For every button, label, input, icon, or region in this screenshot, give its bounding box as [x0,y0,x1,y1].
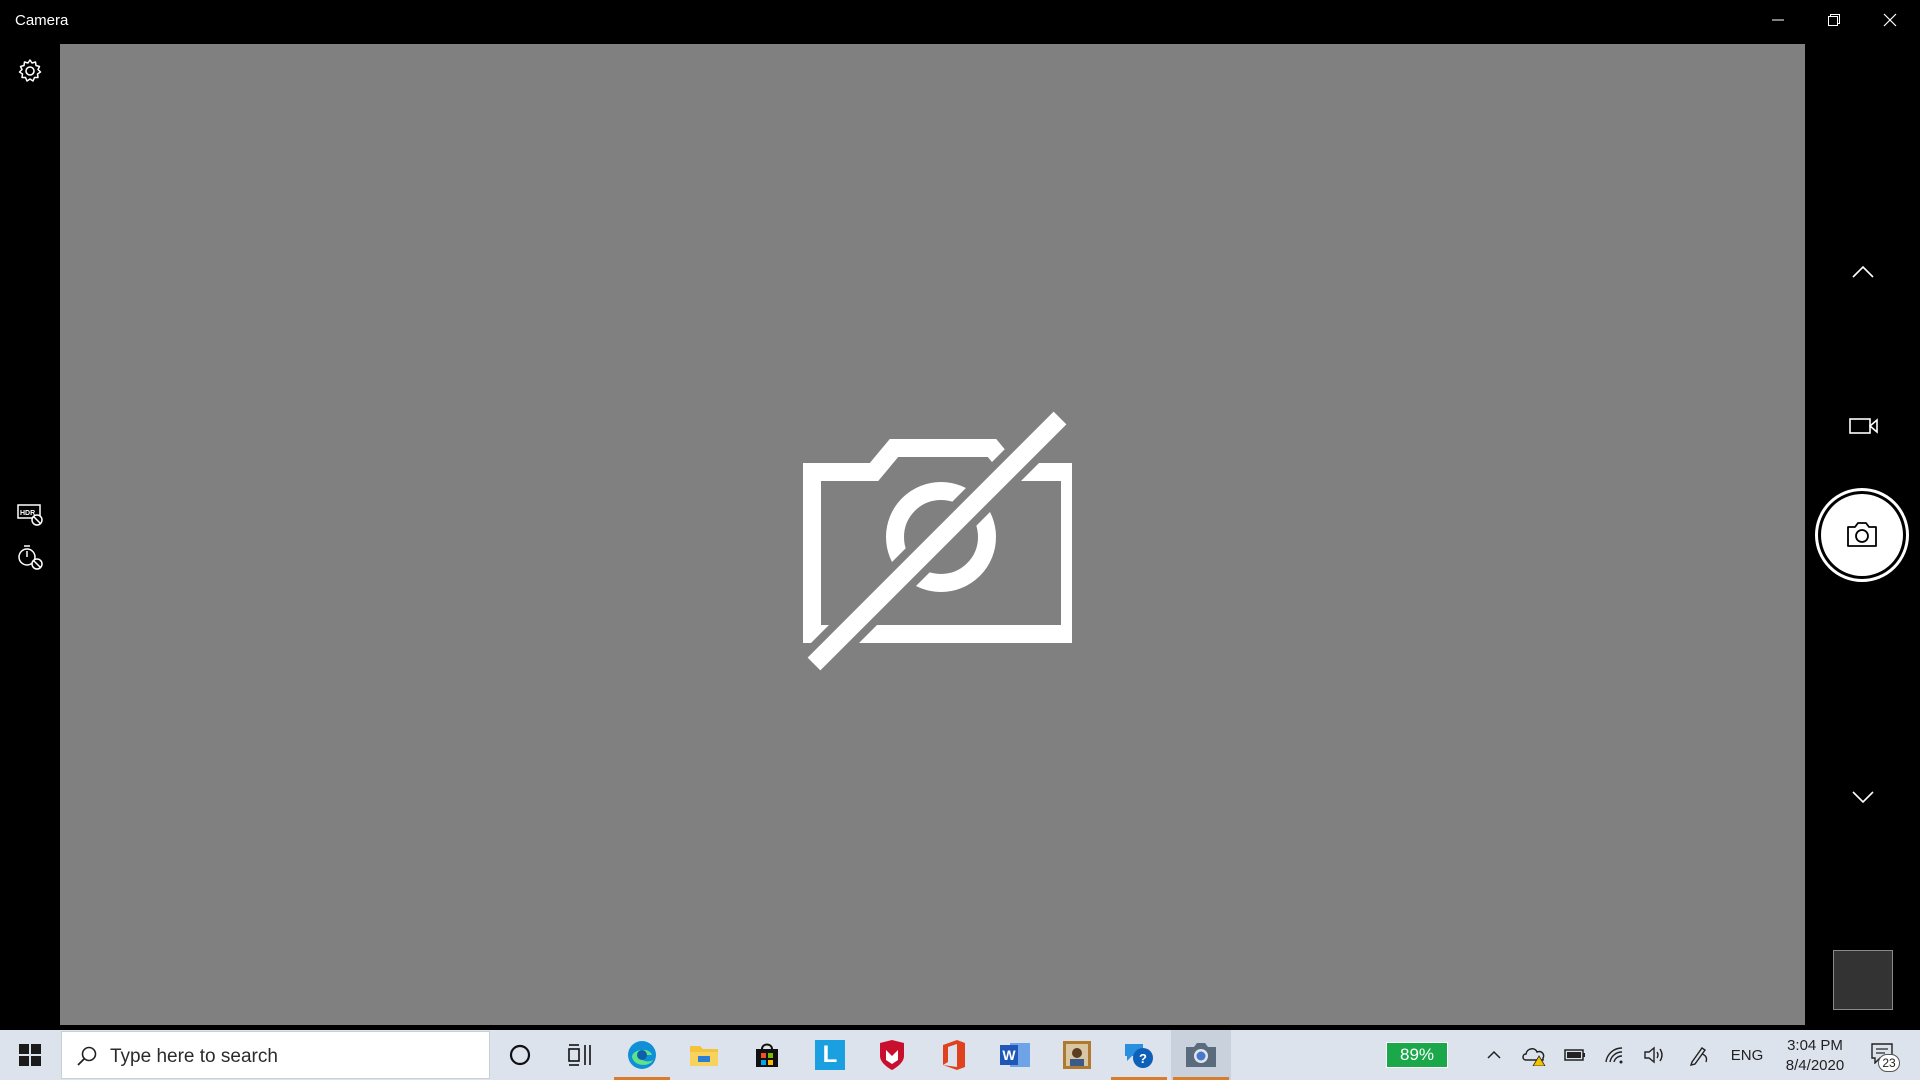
svg-text:?: ? [1139,1051,1147,1066]
taskbar-app-get-help[interactable]: ? [1109,1030,1169,1080]
pen-workspace-button[interactable] [1682,1030,1716,1080]
clock-button[interactable]: 3:04 PM 8/4/2020 [1770,1036,1860,1076]
chevron-up-icon [1487,1050,1501,1059]
chevron-down-icon [1852,791,1874,804]
camera-app-window: Camera HDR [0,0,1920,1030]
shutter-inner [1821,494,1903,576]
hdr-toggle-button[interactable]: HDR [14,498,46,530]
close-button[interactable] [1862,0,1918,40]
onedrive-tray-button[interactable] [1518,1030,1552,1080]
input-language-text: ENG [1730,1046,1764,1064]
taskbar-search-box[interactable]: Type here to search [61,1031,490,1079]
video-mode-icon [1849,418,1878,434]
l-app-icon: L [815,1040,845,1070]
battery-percent-badge[interactable]: 89% [1386,1042,1448,1068]
task-view-button[interactable] [550,1030,610,1080]
taskbar-app-mcafee[interactable] [862,1030,922,1080]
settings-button[interactable] [14,55,46,87]
taskbar-app-l[interactable]: L [800,1030,860,1080]
wifi-icon [1605,1047,1623,1064]
taskbar-app-photo[interactable] [1047,1030,1107,1080]
title-bar: Camera [0,0,1920,40]
cortana-button[interactable] [490,1030,550,1080]
notification-count-badge: 23 [1878,1054,1900,1072]
camera-viewfinder [60,44,1805,1025]
word-label: W [1002,1047,1016,1063]
last-capture-thumbnail[interactable] [1833,950,1893,1010]
get-help-icon: ? [1125,1044,1153,1068]
chevron-up-icon [1852,265,1874,278]
take-photo-button[interactable] [1815,488,1909,582]
taskbar-app-word[interactable]: W [985,1030,1045,1080]
taskbar-app-store[interactable] [737,1030,797,1080]
minimize-icon [1772,19,1784,21]
volume-icon [1644,1046,1663,1064]
notification-count: 23 [1882,1056,1896,1070]
close-icon [1883,13,1897,27]
svg-text:HDR: HDR [20,510,35,517]
windows-logo-icon [19,1044,41,1066]
taskbar-app-office[interactable] [924,1030,984,1080]
timer-off-icon [18,545,43,570]
restore-button[interactable] [1806,0,1862,40]
edge-icon [628,1041,656,1069]
window-title: Camera [15,12,69,29]
word-icon: W [1000,1041,1030,1069]
video-mode-button[interactable] [1845,408,1881,444]
mcafee-shield-icon [880,1040,904,1070]
search-placeholder: Type here to search [110,1046,278,1067]
pen-icon [1689,1047,1708,1066]
battery-tray-button[interactable] [1558,1030,1592,1080]
gear-icon [18,59,42,82]
show-hidden-icons-button[interactable] [1478,1030,1510,1080]
battery-percent-text: 89% [1399,1045,1435,1064]
restore-icon [1828,14,1840,26]
cortana-circle-icon [509,1044,531,1066]
scroll-up-button[interactable] [1845,254,1881,290]
office-icon [943,1040,965,1070]
volume-tray-button[interactable] [1638,1030,1672,1080]
minimize-button[interactable] [1750,0,1806,40]
start-button[interactable] [0,1030,60,1080]
scroll-down-button[interactable] [1845,779,1881,815]
clock-time: 3:04 PM [1787,1037,1843,1054]
clock-date: 8/4/2020 [1785,1057,1845,1074]
camera-app-icon [1186,1043,1216,1067]
hdr-off-icon: HDR [17,504,43,526]
battery-icon [1564,1049,1585,1061]
task-view-icon [568,1044,591,1066]
photo-shutter-icon [1847,522,1877,547]
taskbar-app-camera[interactable] [1171,1030,1231,1080]
timer-toggle-button[interactable] [14,541,46,573]
l-app-label: L [822,1041,838,1068]
camera-off-icon [802,405,1072,672]
photo-app-icon [1063,1041,1091,1069]
network-tray-button[interactable] [1598,1030,1632,1080]
taskbar-app-file-explorer[interactable] [674,1030,734,1080]
onedrive-warning-icon [1522,1048,1546,1066]
search-icon [77,1046,97,1066]
taskbar: Type here to search L W ? 89% ENG 3:04 P… [0,1030,1920,1080]
taskbar-app-edge[interactable] [612,1030,672,1080]
store-bag-icon [756,1043,778,1067]
folder-icon [690,1046,718,1066]
input-language-button[interactable]: ENG [1724,1030,1770,1080]
